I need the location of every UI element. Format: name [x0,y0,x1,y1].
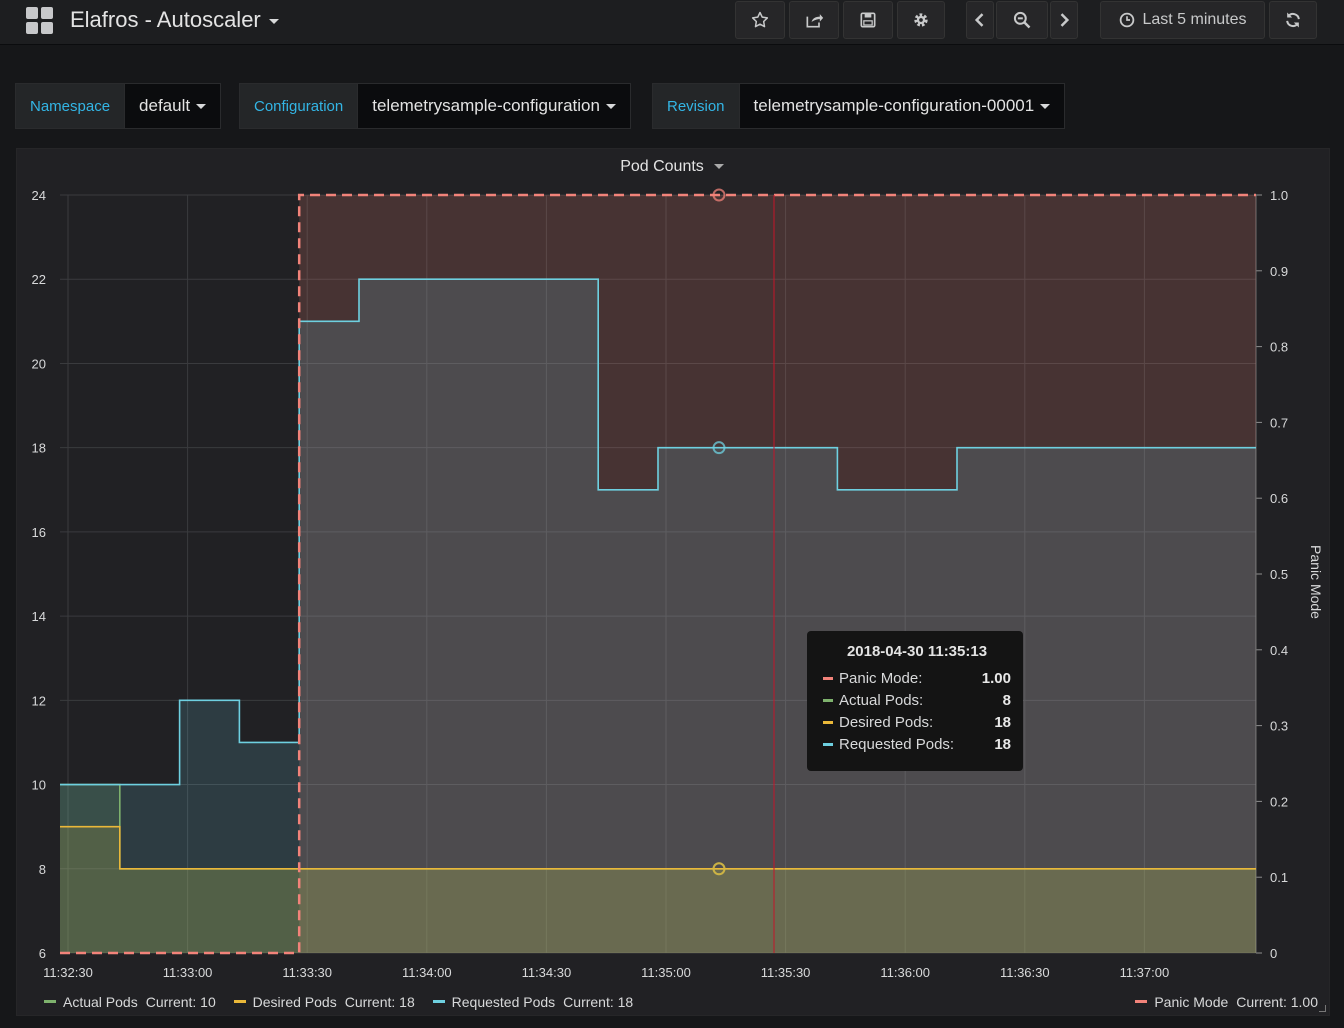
x-tick-label: 11:37:00 [1120,965,1170,980]
tooltip-series-value: 18 [994,713,1011,731]
y-right-tick-label: 0.3 [1270,719,1288,734]
y-right-tick-label: 0.4 [1270,643,1288,658]
legend-series-name: Panic Mode [1154,993,1229,1010]
x-tick-label: 11:34:00 [402,965,452,980]
y-left-tick-label: 24 [32,188,46,203]
legend-item-requested-pods[interactable]: Requested Pods Current: 18 [432,993,634,1010]
x-tick-label: 11:33:00 [163,965,213,980]
y-right-tick-label: 0.2 [1270,794,1288,809]
tooltip-row: Requested Pods: 18 [823,733,1011,755]
series-swatch [823,720,833,724]
tooltip-series-name: Panic Mode: [839,669,923,687]
legend-item-panic-mode[interactable]: Panic Mode Current: 1.00 [1135,994,1318,1010]
tooltip-row: Desired Pods: 18 [823,711,1011,733]
tooltip-series-value: 18 [994,735,1011,753]
legend-current-value: Current: 18 [563,993,634,1010]
legend-item-desired-pods[interactable]: Desired Pods Current: 18 [233,993,415,1010]
tooltip-series-name: Desired Pods: [839,713,934,731]
legend-current-value: Current: 10 [145,993,216,1010]
y-left-tick-label: 22 [32,272,46,287]
series-swatch [823,742,833,746]
pod-counts-chart[interactable]: 6 8 10 12 14 16 18 20 22 24 0 0.1 0.2 0.3 0.4 0.5 0.6 0.7… [0,0,1344,1028]
y-left-tick-label: 20 [32,356,46,371]
y-left-tick-label: 12 [32,693,46,708]
legend-current-value: Current: 18 [344,993,415,1010]
y-left-tick-label: 6 [39,946,46,961]
x-tick-label: 11:34:30 [522,965,572,980]
tooltip-row: Actual Pods: 8 [823,689,1011,711]
tooltip-row: Panic Mode: 1.00 [823,667,1011,689]
panel-resize-handle[interactable] [1319,1005,1326,1012]
x-tick-label: 11:32:30 [43,965,93,980]
y-left-tick-label: 8 [39,862,46,877]
y-right-tick-label: 0.5 [1270,567,1288,582]
series-swatch [44,1000,56,1003]
series-swatch [1135,1000,1148,1003]
y-right-tick-label: 0.6 [1270,491,1288,506]
y-right-axis-title: Panic Mode [1308,545,1324,619]
y-right-tick-label: 0.7 [1270,415,1288,430]
tooltip-series-name: Actual Pods: [839,691,924,709]
tooltip-series-name: Requested Pods: [839,735,955,753]
tooltip-time: 2018-04-30 11:35:13 [846,643,988,660]
y-right-tick-label: 0.9 [1270,264,1288,279]
y-left-tick-label: 18 [32,441,46,456]
legend-current-value: Current: 1.00 [1236,993,1318,1010]
series-swatch [823,676,833,680]
tooltip-series-value: 1.00 [981,669,1011,687]
series-swatch [233,1000,246,1003]
y-left-tick-label: 16 [32,525,46,540]
legend-series-name: Requested Pods [451,993,556,1010]
y-left-tick-label: 14 [32,609,46,624]
series-swatch [823,698,833,702]
legend-item-actual-pods[interactable]: Actual Pods Current: 10 [44,994,216,1010]
x-tick-label: 11:36:30 [1000,965,1050,980]
chart-legend: Actual Pods Current: 10 Desired Pods Curre… [44,990,647,1010]
y-left-tick-label: 10 [32,778,46,793]
legend-series-name: Desired Pods [252,993,337,1010]
chart-legend-right: Panic Mode Current: 1.00 [1135,990,1318,1010]
hover-tooltip: 2018-04-30 11:35:13 Panic Mode: 1.00 Actu… [807,631,1023,771]
y-right-tick-label: 1.0 [1270,188,1288,203]
y-right-tick-label: 0.8 [1270,340,1288,355]
series-swatch [432,1000,445,1003]
x-tick-label: 11:35:30 [761,965,811,980]
x-tick-label: 11:35:00 [641,965,691,980]
x-tick-label: 11:36:00 [880,965,930,980]
y-right-tick-label: 0 [1270,946,1277,961]
tooltip-series-value: 8 [1002,691,1011,709]
legend-series-name: Actual Pods [63,993,138,1010]
x-tick-label: 11:33:30 [282,965,332,980]
y-right-tick-label: 0.1 [1270,870,1288,885]
